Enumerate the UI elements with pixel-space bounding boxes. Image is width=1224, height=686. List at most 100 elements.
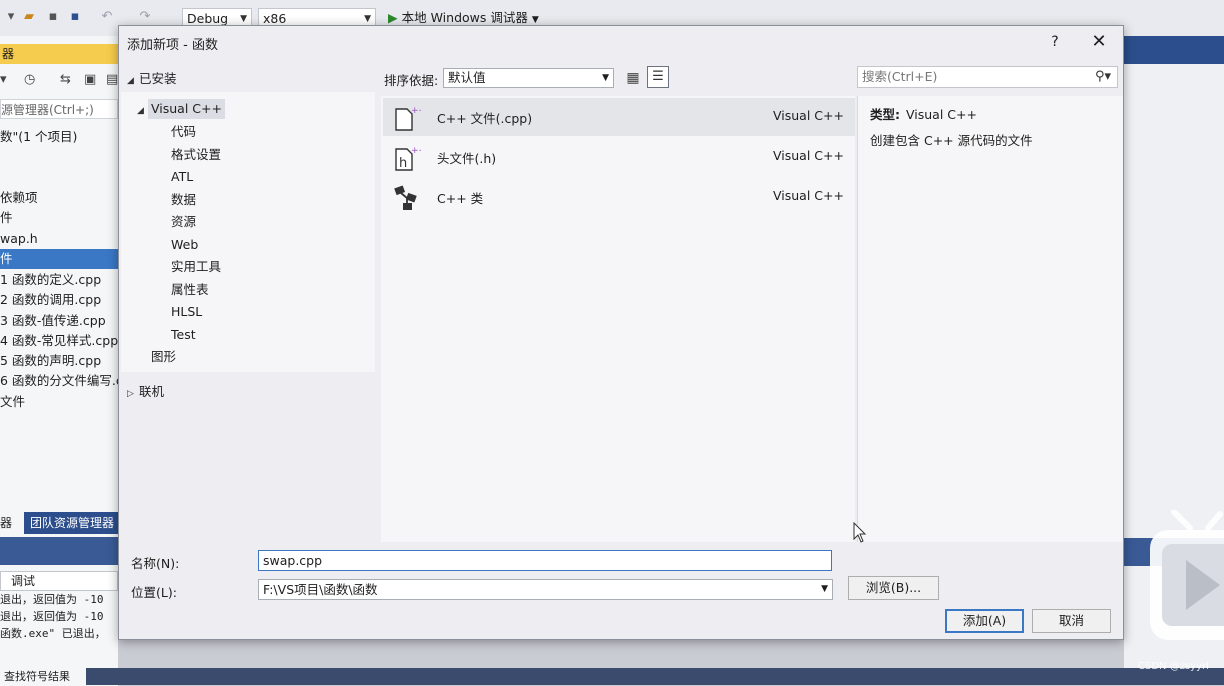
output-line: 退出，返回值为 -10 [0, 610, 104, 623]
sort-by-select[interactable]: 默认值 ▼ [443, 68, 614, 88]
tree-item[interactable]: 6 函数的分文件编写.cpp [0, 371, 118, 391]
detail-type-value: Visual C++ [906, 107, 977, 122]
tree-item[interactable]: 1 函数的定义.cpp [0, 270, 118, 290]
close-button[interactable]: ✕ [1087, 30, 1111, 54]
add-new-item-dialog: 添加新项 - 函数 ? ✕ ◢ 已安装 ◢ Visual C++ 代码 格式设置 … [118, 25, 1124, 640]
open-file-icon[interactable]: ▰ [22, 10, 36, 24]
template-item-header-file[interactable]: h ++ 头文件(.h) Visual C++ [383, 138, 855, 176]
category-tree: ◢ Visual C++ 代码 格式设置 ATL 数据 资源 Web 实用工具 … [121, 92, 375, 372]
bottom-status-bar: 查找符号结果 [0, 668, 1224, 685]
template-language: Visual C++ [773, 188, 844, 203]
template-search-input[interactable]: 搜索(Ctrl+E) ⚲▾ [857, 66, 1118, 88]
template-language: Visual C++ [773, 148, 844, 163]
header-file-icon: h ++ [395, 146, 421, 171]
history-icon[interactable]: ◷ [24, 72, 35, 87]
sort-by-value: 默认值 [448, 70, 486, 85]
redo-icon[interactable]: ↷ [138, 10, 152, 24]
category-web[interactable]: Web [171, 235, 198, 255]
output-line: 函数.exe" 已退出， [0, 627, 106, 640]
category-data[interactable]: 数据 [171, 190, 196, 210]
category-hlsl[interactable]: HLSL [171, 302, 202, 322]
watermark: CSDN @zsyyrl [1138, 661, 1209, 672]
output-line: 退出，返回值为 -10 [0, 593, 104, 606]
tree-item[interactable]: 数"(1 个项目) [0, 127, 118, 147]
tree-item[interactable]: 4 函数-常见样式.cpp [0, 331, 118, 351]
properties-icon[interactable]: ▤ [106, 72, 118, 87]
template-name: 头文件(.h) [437, 151, 497, 166]
sort-by-label: 排序依据: [384, 73, 439, 88]
editor-tab-strip [1124, 36, 1224, 64]
template-details: 类型: Visual C++ 创建包含 C++ 源代码的文件 [857, 96, 1123, 542]
location-value: F:\VS项目\函数\函数 [263, 582, 378, 597]
category-visual-cpp[interactable]: Visual C++ [148, 99, 225, 119]
name-label: 名称(N): [131, 556, 180, 571]
config-value: Debug [187, 11, 229, 26]
chevron-down-icon: ▼ [531, 15, 539, 25]
tree-item[interactable]: wap.h [0, 229, 118, 249]
svg-text:++: ++ [411, 106, 421, 116]
svg-text:++: ++ [411, 146, 421, 156]
cpp-class-icon [394, 185, 417, 210]
panel-tabs: 器 团队资源管理器 [0, 512, 118, 534]
category-code[interactable]: 代码 [171, 122, 196, 142]
category-graphics[interactable]: 图形 [151, 347, 176, 367]
chevron-down-icon: ▼ [602, 73, 609, 83]
solution-search-input[interactable]: 源管理器(Ctrl+;) [0, 99, 118, 119]
category-utility[interactable]: 实用工具 [171, 257, 221, 277]
svg-text:h: h [399, 156, 407, 171]
category-test[interactable]: Test [171, 325, 196, 345]
installed-header[interactable]: ◢ 已安装 [127, 68, 177, 87]
category-property-sheets[interactable]: 属性表 [171, 280, 209, 300]
tree-item[interactable]: 件 [0, 208, 118, 228]
location-input[interactable]: F:\VS项目\函数\函数 ▼ [258, 579, 833, 600]
category-formatting[interactable]: 格式设置 [171, 145, 221, 165]
chevron-down-icon[interactable]: ▼ [821, 580, 828, 599]
sync-icon[interactable]: ⇆ [60, 72, 71, 87]
tree-item[interactable]: 依赖项 [0, 188, 118, 208]
template-list: ++ C++ 文件(.cpp) Visual C++ h ++ 头文件(.h) … [381, 96, 855, 542]
help-button[interactable]: ? [1045, 32, 1065, 52]
output-panel-header [0, 537, 118, 565]
dropdown-arrow-icon[interactable]: ▾ [4, 10, 18, 24]
dialog-title: 添加新项 - 函数 [127, 38, 218, 53]
mouse-cursor-icon [853, 522, 867, 543]
save-all-icon[interactable]: ▪ [68, 10, 82, 24]
cpp-file-icon: ++ [395, 106, 421, 131]
template-language: Visual C++ [773, 108, 844, 123]
add-button[interactable]: 添加(A) [945, 609, 1024, 633]
tree-item[interactable]: 3 函数-值传递.cpp [0, 311, 118, 331]
output-source-select[interactable]: 调试 [0, 571, 118, 591]
tree-item[interactable]: 文件 [0, 392, 118, 412]
template-item-cpp-class[interactable]: C++ 类 Visual C++ [383, 178, 855, 216]
browse-button[interactable]: 浏览(B)... [848, 576, 939, 600]
solution-explorer-toolbar: ▾ ◷ ⇆ ▣ ▤ [0, 70, 118, 94]
undo-icon[interactable]: ↶ [100, 10, 114, 24]
category-resource[interactable]: 资源 [171, 212, 196, 232]
search-icon[interactable]: ⚲▾ [1095, 67, 1111, 87]
dropdown-arrow-icon[interactable]: ▾ [0, 72, 7, 87]
video-player-logo-icon [1150, 510, 1224, 640]
tab-team-explorer[interactable]: 团队资源管理器 [30, 512, 118, 534]
grid-view-icon[interactable]: ▦ [624, 69, 642, 87]
expanded-triangle-icon: ◢ [127, 76, 134, 86]
tree-item[interactable]: 5 函数的声明.cpp [0, 351, 118, 371]
tab-find-symbol-results[interactable]: 查找符号结果 [0, 668, 86, 685]
name-input[interactable]: swap.cpp [258, 550, 832, 571]
tab-solution-explorer[interactable]: 器 [0, 512, 24, 534]
search-placeholder: 搜索(Ctrl+E) [862, 69, 938, 84]
cancel-button[interactable]: 取消 [1032, 609, 1111, 633]
save-icon[interactable]: ▪ [46, 10, 60, 24]
category-atl[interactable]: ATL [171, 167, 193, 187]
template-name: C++ 文件(.cpp) [437, 111, 533, 126]
online-header[interactable]: ▷ 联机 [127, 382, 164, 402]
collapse-icon[interactable]: ▣ [84, 72, 96, 87]
installed-label: 已安装 [139, 71, 177, 86]
template-item-cpp-file[interactable]: ++ C++ 文件(.cpp) Visual C++ [383, 98, 855, 136]
detail-type: 类型: Visual C++ [870, 104, 977, 123]
location-label: 位置(L): [131, 585, 177, 600]
list-view-icon[interactable]: ☰ [647, 66, 669, 88]
tree-item[interactable]: 2 函数的调用.cpp [0, 290, 118, 310]
online-label: 联机 [139, 384, 165, 399]
detail-description: 创建包含 C++ 源代码的文件 [870, 133, 1033, 148]
tree-item-selected[interactable]: 件 [0, 249, 118, 269]
